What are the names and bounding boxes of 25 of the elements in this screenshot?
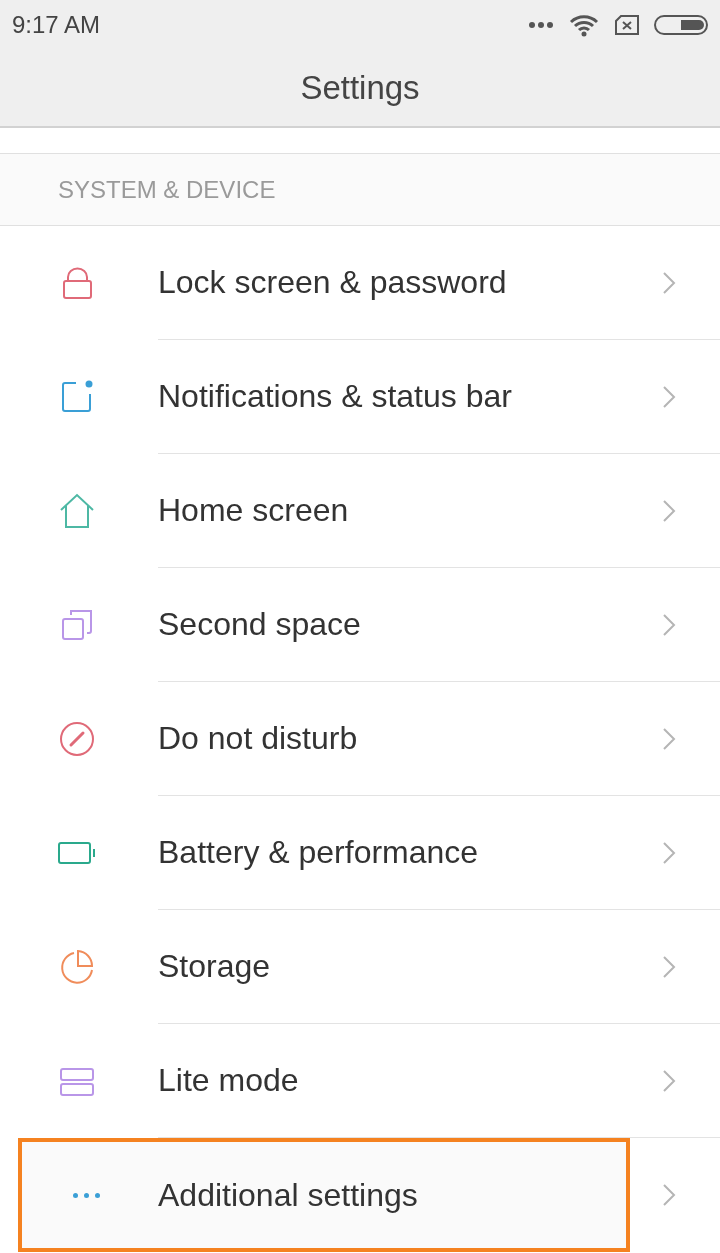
chevron-icon [662,954,676,979]
chevron-icon [662,270,676,295]
item-label: Do not disturb [158,720,358,757]
item-label: Lite mode [158,1062,299,1099]
no-sim-icon [614,14,640,36]
item-label: Battery & performance [158,834,479,871]
chevron-icon [662,612,676,637]
item-label: Lock screen & password [158,264,507,301]
item-label: Second space [158,606,361,643]
header-title: Settings [300,69,420,107]
status-time: 9:17 AM [12,11,101,39]
wifi-icon [568,13,600,37]
section-title: SYSTEM & DEVICE [58,175,276,204]
chevron-icon [662,1068,676,1093]
chevron-icon [662,840,676,865]
item-label: Additional settings [158,1176,418,1214]
chevron-icon [662,384,676,409]
chevron-icon [662,498,676,523]
more-icon [528,21,554,29]
item-label: Storage [158,948,271,985]
battery-icon [654,15,708,35]
chevron-icon [662,726,676,751]
chevron-icon [662,1183,676,1207]
item-label: Notifications & status bar [158,378,512,415]
item-label: Home screen [158,492,349,529]
